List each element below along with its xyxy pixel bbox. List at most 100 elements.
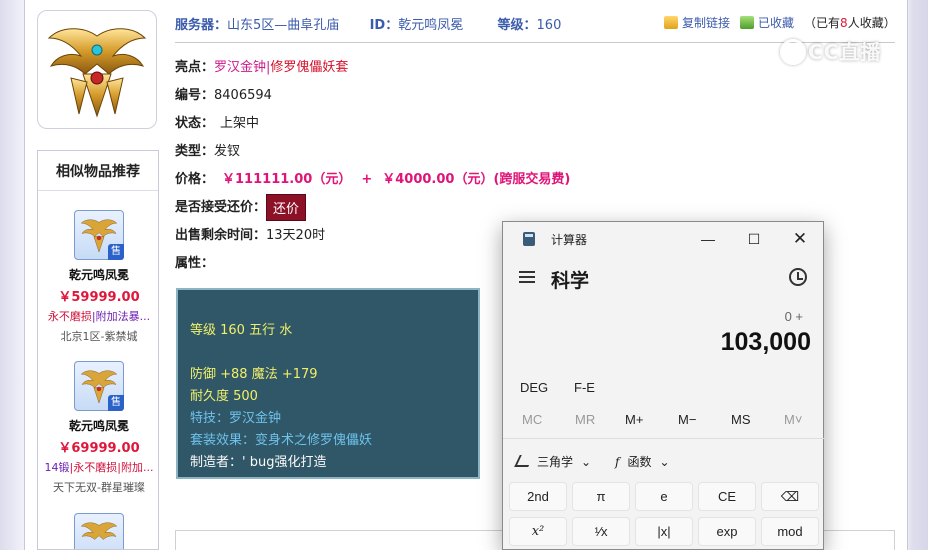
highlight-label: 亮点： bbox=[175, 60, 215, 75]
item-thumbnail[interactable]: 售 bbox=[74, 210, 124, 260]
memory-recall-button[interactable]: MR bbox=[575, 412, 595, 427]
favorite-label: 已收藏 bbox=[758, 16, 795, 30]
reciprocal-key[interactable]: ¹⁄x bbox=[572, 517, 630, 546]
maximize-button[interactable]: ☐ bbox=[743, 228, 765, 250]
clear-entry-key[interactable]: CE bbox=[698, 482, 756, 511]
item-name[interactable]: 乾元鸣凤冕 bbox=[38, 266, 158, 283]
attr-special-skill: 特技：罗汉金钟 bbox=[190, 411, 282, 426]
function-icon: f bbox=[615, 455, 620, 469]
memory-subtract-button[interactable]: M− bbox=[678, 412, 696, 427]
remaining-time-row: 出售剩余时间：13天20时 bbox=[175, 224, 325, 243]
favorite-count-prefix: （已有 bbox=[804, 16, 841, 30]
attr-set-effect: 套装效果：变身术之修罗傀儡妖 bbox=[190, 433, 373, 448]
attributes-label: 属性： bbox=[175, 256, 215, 271]
attributes-row: 属性： bbox=[175, 252, 214, 271]
calculator-result: 103,000 bbox=[720, 328, 811, 356]
trigonometry-label: 三角学 bbox=[537, 455, 574, 469]
hamburger-menu-icon[interactable] bbox=[519, 271, 535, 283]
server-label: 服务器： bbox=[175, 18, 228, 33]
crown-ornament-icon bbox=[80, 522, 118, 540]
pi-key[interactable]: π bbox=[572, 482, 630, 511]
item-server: 天下无双-群星璀璨 bbox=[53, 481, 145, 494]
type-row: 类型：发钗 bbox=[175, 140, 240, 159]
favorite-button[interactable]: 已收藏 bbox=[740, 16, 794, 30]
serial-label: 编号： bbox=[175, 88, 215, 103]
item-tag: 永不磨损 bbox=[47, 310, 92, 323]
square-key[interactable]: x² bbox=[509, 517, 567, 546]
copy-link-label: 复制链接 bbox=[682, 16, 731, 30]
copy-link-button[interactable]: 复制链接 bbox=[664, 16, 730, 30]
watermark-text: CC直播 bbox=[808, 40, 882, 64]
triangle-icon bbox=[514, 455, 534, 467]
mod-key[interactable]: mod bbox=[761, 517, 819, 546]
item-price: ￥69999.00 bbox=[58, 441, 140, 456]
link-icon bbox=[664, 16, 678, 29]
similar-item-2[interactable]: 售 乾元鸣凤冕 ￥69999.00 14锻|永不磨损|附加... 天下无双-群星… bbox=[38, 361, 158, 495]
item-thumbnail[interactable] bbox=[74, 513, 124, 549]
type-value: 发钗 bbox=[214, 144, 241, 159]
highlight-skill: 罗汉金钟 bbox=[214, 60, 267, 75]
item-price: ￥59999.00 bbox=[58, 290, 140, 305]
item-tag: |永不磨损|附加... bbox=[69, 461, 154, 474]
level-value: 160 bbox=[536, 18, 562, 33]
euler-key[interactable]: e bbox=[635, 482, 693, 511]
serial-row: 编号：8406594 bbox=[175, 84, 272, 103]
watermark-logo-icon bbox=[780, 39, 806, 65]
item-server: 北京1区-紫禁城 bbox=[60, 330, 138, 343]
function-dropdown[interactable]: f 函数 ⌄ bbox=[615, 453, 670, 470]
deg-toggle[interactable]: DEG bbox=[520, 380, 548, 395]
item-tag: |附加法暴... bbox=[91, 310, 151, 323]
minimize-button[interactable]: — bbox=[697, 228, 719, 250]
trigonometry-dropdown[interactable]: 三角学 ⌄ bbox=[514, 453, 592, 470]
type-label: 类型： bbox=[175, 144, 215, 159]
bargain-label: 是否接受还价： bbox=[175, 200, 267, 215]
calculator-mode-title: 科学 bbox=[551, 271, 590, 292]
favorite-count: （已有8人收藏） bbox=[804, 16, 896, 30]
item-icon-large bbox=[37, 10, 157, 129]
calculator-titlebar[interactable]: 计算器 — ☐ ✕ bbox=[503, 222, 823, 256]
exp-key[interactable]: exp bbox=[698, 517, 756, 546]
attr-durability: 耐久度 500 bbox=[190, 389, 258, 404]
serial-value: 8406594 bbox=[214, 88, 272, 103]
backspace-key[interactable]: ⌫ bbox=[761, 482, 819, 511]
memory-add-button[interactable]: M+ bbox=[625, 412, 643, 427]
stream-watermark: CC直播 bbox=[780, 36, 881, 65]
attributes-panel: 等级 160 五行 水 防御 +88 魔法 +179 耐久度 500 特技：罗汉… bbox=[176, 288, 480, 479]
absolute-value-key[interactable]: |x| bbox=[635, 517, 693, 546]
bargain-row: 是否接受还价： 还价 bbox=[175, 194, 307, 221]
calculator-window[interactable]: 计算器 — ☐ ✕ 科学 0 + 103,000 DEG F-E MC MR M… bbox=[502, 221, 825, 550]
memory-store-button[interactable]: MS bbox=[731, 412, 751, 427]
remaining-time-label: 出售剩余时间： bbox=[175, 228, 267, 243]
price-value: ￥111111.00（元） bbox=[222, 172, 352, 187]
memory-list-button[interactable]: M˅ bbox=[784, 412, 802, 427]
close-button[interactable]: ✕ bbox=[789, 228, 811, 250]
id-value: 乾元鸣凤冕 bbox=[398, 18, 464, 33]
history-icon[interactable] bbox=[789, 268, 807, 286]
favorite-count-number: 8 bbox=[840, 16, 848, 30]
item-name[interactable]: 乾元鸣凤冕 bbox=[38, 417, 158, 434]
price-row: 价格： ￥111111.00（元） + ￥4000.00（元）(跨服交易费) bbox=[175, 168, 570, 187]
price-label: 价格： bbox=[175, 172, 215, 187]
chevron-down-icon: ⌄ bbox=[581, 455, 592, 469]
function-label: 函数 bbox=[627, 455, 652, 469]
status-value: 上架中 bbox=[220, 116, 260, 131]
bargain-button[interactable]: 还价 bbox=[266, 194, 307, 221]
similar-item-1[interactable]: 售 乾元鸣凤冕 ￥59999.00 永不磨损|附加法暴... 北京1区-紫禁城 bbox=[38, 210, 158, 344]
calculator-divider bbox=[503, 438, 825, 439]
server-value: 山东5区—曲阜孔庙 bbox=[227, 18, 340, 33]
for-sale-badge: 售 bbox=[108, 395, 124, 411]
second-function-key[interactable]: 2nd bbox=[509, 482, 567, 511]
item-tag: 14锻 bbox=[44, 461, 70, 474]
highlight-row: 亮点：罗汉金钟|修罗傀儡妖套 bbox=[175, 56, 348, 75]
item-thumbnail[interactable]: 售 bbox=[74, 361, 124, 411]
calculator-title: 计算器 bbox=[551, 233, 588, 247]
price-plus: + bbox=[361, 172, 373, 187]
item-tags: 永不磨损|附加法暴... bbox=[38, 308, 158, 324]
similar-items-panel: 相似物品推荐 售 乾元鸣凤冕 ￥59999.00 永不磨损|附加法暴... 北京… bbox=[37, 150, 159, 550]
fe-toggle[interactable]: F-E bbox=[574, 380, 595, 395]
memory-clear-button[interactable]: MC bbox=[522, 412, 542, 427]
calculator-app-icon bbox=[523, 232, 535, 246]
remaining-time-value: 13天20时 bbox=[266, 228, 326, 243]
crown-ornament-icon bbox=[47, 27, 147, 118]
similar-item-3[interactable] bbox=[38, 513, 158, 549]
